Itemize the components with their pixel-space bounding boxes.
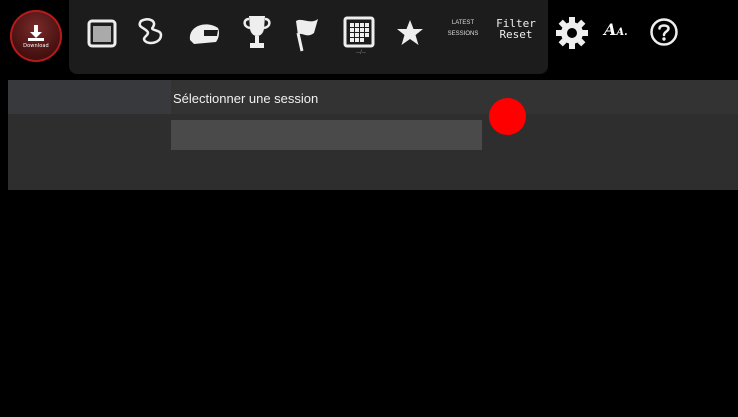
- session-select-input[interactable]: [171, 120, 482, 150]
- font-size-large-a: A: [604, 20, 617, 39]
- trophy-icon: [243, 16, 271, 48]
- flag-button[interactable]: [290, 14, 324, 54]
- download-label: Download: [23, 42, 49, 49]
- status-indicator: [489, 98, 526, 135]
- folder-icon: [87, 19, 117, 48]
- latest-sessions-line1: LATEST: [451, 20, 475, 26]
- helmet-icon: [189, 24, 220, 44]
- font-size-icon: AA.: [604, 20, 628, 39]
- help-button[interactable]: [648, 16, 680, 48]
- latest-sessions-button[interactable]: LATEST SESSIONS: [441, 18, 485, 40]
- session-header-strip-edge: [8, 80, 171, 114]
- left-edge: [0, 80, 8, 417]
- settings-button[interactable]: [554, 15, 590, 51]
- filter-reset-button[interactable]: Filter Reset: [495, 18, 537, 40]
- folder-button[interactable]: [86, 16, 118, 50]
- gear-icon: [556, 17, 588, 49]
- latest-sessions-line2: SESSIONS: [447, 31, 479, 37]
- track-icon: [138, 18, 163, 45]
- calendar-button[interactable]: [340, 12, 378, 52]
- calendar-icon: [343, 16, 375, 48]
- download-button[interactable]: Download: [10, 10, 62, 62]
- helmet-button[interactable]: [185, 16, 223, 50]
- track-button[interactable]: [134, 14, 170, 50]
- font-size-button[interactable]: AA.: [604, 20, 628, 39]
- calendar-date-label: --/--: [356, 50, 366, 56]
- help-icon: [650, 18, 678, 46]
- font-size-small-a: A.: [616, 27, 628, 38]
- star-icon: [397, 20, 423, 45]
- flag-icon: [296, 19, 318, 52]
- content-area: [8, 190, 738, 417]
- session-select-label: Sélectionner une session: [173, 91, 319, 106]
- favorites-button[interactable]: [393, 16, 427, 50]
- filter-reset-line2: Reset: [499, 28, 533, 41]
- download-icon: [28, 24, 44, 41]
- trophy-button[interactable]: [240, 12, 274, 52]
